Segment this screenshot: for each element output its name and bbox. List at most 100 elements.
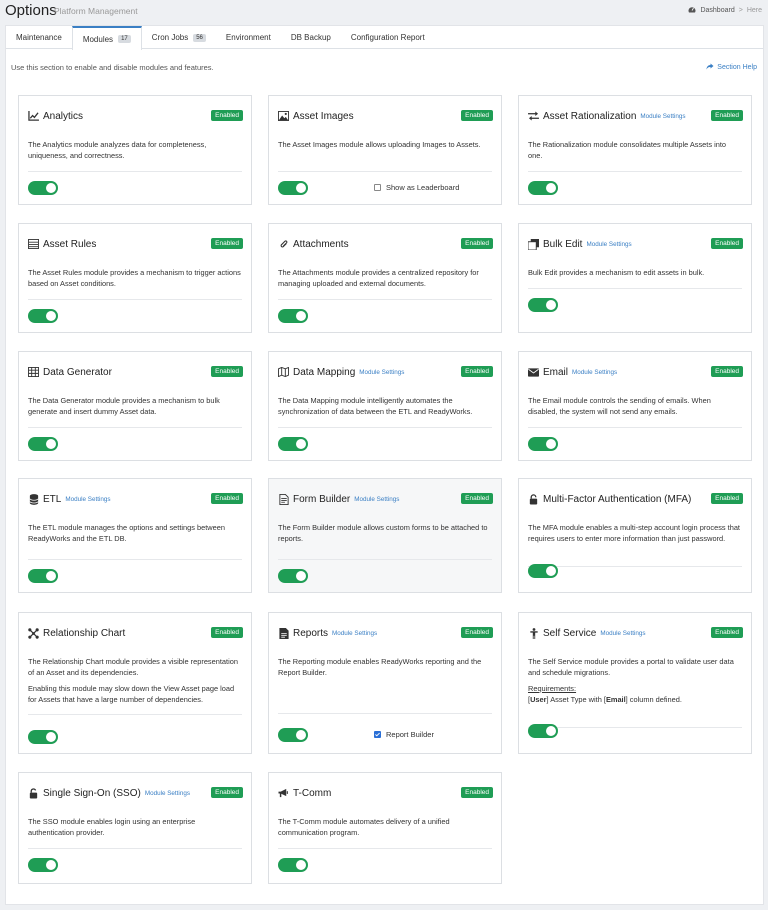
report-builder-checkbox[interactable]: Report Builder: [374, 730, 434, 739]
status-badge: Enabled: [461, 787, 493, 798]
module-name: Analytics: [43, 110, 84, 122]
module-settings-link[interactable]: Module Settings: [600, 630, 645, 637]
divider: [528, 727, 742, 728]
module-description: The Rationalization module consolidates …: [528, 139, 742, 161]
tab-db-backup[interactable]: DB Backup: [281, 26, 341, 49]
module-description: The MFA module enables a multi-step acco…: [528, 522, 742, 544]
status-badge: Enabled: [211, 110, 243, 121]
module-toggle[interactable]: [28, 569, 58, 583]
module-toggle[interactable]: [278, 181, 308, 195]
module-toggle[interactable]: [28, 181, 58, 195]
section-help-link[interactable]: Section Help: [706, 63, 757, 72]
module-toggle[interactable]: [528, 437, 558, 451]
map-icon: [278, 367, 289, 378]
lock-icon: [528, 493, 539, 505]
module-name: Multi-Factor Authentication (MFA): [543, 493, 692, 505]
share-icon: [706, 63, 714, 72]
description-text: The SSO module enables login using an en…: [28, 817, 196, 837]
checkbox-checked: [374, 731, 381, 738]
module-toggle[interactable]: [28, 730, 58, 744]
module-card-attachments: Attachments Enabled The Attachments modu…: [268, 223, 502, 333]
module-toggle[interactable]: [528, 564, 558, 578]
module-toggle[interactable]: [278, 569, 308, 583]
image-icon: [278, 111, 289, 122]
description-text: The Self Service module provides a porta…: [528, 657, 734, 677]
divider: [278, 713, 492, 714]
line-chart-icon: [28, 111, 39, 122]
module-card-analytics: Analytics Enabled The Analytics module a…: [18, 95, 252, 205]
description-text: Bulk Edit provides a mechanism to edit a…: [528, 268, 705, 277]
module-card-self-service: Self Service Module Settings Enabled The …: [518, 612, 752, 754]
module-settings-link[interactable]: Module Settings: [586, 241, 631, 248]
status-badge: Enabled: [211, 366, 243, 377]
module-toggle[interactable]: [28, 437, 58, 451]
description-text: The Email module controls the sending of…: [528, 396, 711, 416]
req-user: User: [530, 695, 547, 704]
count-badge: 56: [193, 33, 206, 42]
module-description: The Reporting module enables ReadyWorks …: [278, 656, 492, 678]
self-service-icon: [528, 627, 539, 639]
description-warning: Enabling this module may slow down the V…: [28, 684, 235, 704]
module-settings-link[interactable]: Module Settings: [65, 496, 110, 503]
tab-environment[interactable]: Environment: [216, 26, 281, 49]
description-text: The Attachments module provides a centra…: [278, 268, 479, 288]
module-name: Attachments: [293, 238, 349, 250]
page-title: Options: [5, 2, 57, 19]
module-name: Asset Rationalization: [543, 110, 637, 122]
divider: [528, 566, 742, 567]
show-as-leaderboard-checkbox[interactable]: Show as Leaderboard: [374, 183, 459, 192]
unlock-icon: [28, 787, 39, 799]
checkbox-unchecked: [374, 184, 381, 191]
module-card-asset-rationalization: Asset Rationalization Module Settings Ena…: [518, 95, 752, 205]
module-card-reports: Reports Module Settings Enabled The Repor…: [268, 612, 502, 754]
module-card-sso: Single Sign-On (SSO) Module Settings Enab…: [18, 772, 252, 884]
module-name: Self Service: [543, 627, 597, 639]
bullhorn-icon: [278, 788, 289, 799]
module-description: The Asset Rules module provides a mechan…: [28, 267, 242, 289]
tab-modules[interactable]: Modules 17: [71, 26, 142, 50]
module-toggle[interactable]: [28, 858, 58, 872]
envelope-icon: [528, 367, 539, 378]
module-settings-link[interactable]: Module Settings: [332, 630, 377, 637]
description-text: The Rationalization module consolidates …: [528, 140, 727, 160]
status-badge: Enabled: [711, 110, 743, 121]
module-settings-link[interactable]: Module Settings: [354, 496, 399, 503]
checkbox-label: Report Builder: [386, 730, 434, 739]
list-icon: [28, 239, 39, 250]
divider: [28, 714, 242, 715]
tab-maintenance[interactable]: Maintenance: [6, 26, 72, 49]
breadcrumb-dashboard[interactable]: Dashboard: [700, 7, 734, 14]
dashboard-icon: [688, 6, 696, 15]
module-settings-link[interactable]: Module Settings: [640, 113, 685, 120]
module-toggle[interactable]: [278, 309, 308, 323]
status-badge: Enabled: [461, 627, 493, 638]
tab-cron-jobs[interactable]: Cron Jobs 56: [142, 26, 216, 49]
page-subtitle: Platform Management: [54, 6, 138, 16]
module-card-data-generator: Data Generator Enabled The Data Generato…: [18, 351, 252, 461]
module-toggle[interactable]: [278, 728, 308, 742]
module-card-mfa: Multi-Factor Authentication (MFA) Enable…: [518, 478, 752, 593]
divider: [278, 299, 492, 300]
module-toggle[interactable]: [528, 181, 558, 195]
divider: [278, 427, 492, 428]
module-toggle[interactable]: [28, 309, 58, 323]
module-toggle[interactable]: [278, 858, 308, 872]
module-toggle[interactable]: [528, 298, 558, 312]
module-name: ETL: [43, 493, 62, 505]
module-settings-link[interactable]: Module Settings: [359, 369, 404, 376]
module-toggle[interactable]: [278, 437, 308, 451]
module-name: Data Mapping: [293, 366, 356, 378]
module-description: The Self Service module provides a porta…: [528, 656, 742, 705]
tab-configuration-report[interactable]: Configuration Report: [341, 26, 435, 49]
page-header: Options Platform Management Dashboard > …: [0, 0, 768, 24]
module-toggle[interactable]: [528, 724, 558, 738]
module-description: The Data Generator module provides a mec…: [28, 395, 242, 417]
description-text: The Analytics module analyzes data for c…: [28, 140, 207, 160]
divider: [28, 427, 242, 428]
module-settings-link[interactable]: Module Settings: [572, 369, 617, 376]
module-settings-link[interactable]: Module Settings: [145, 790, 190, 797]
module-name: Email: [543, 366, 569, 378]
description-text: The MFA module enables a multi-step acco…: [528, 523, 740, 543]
status-badge: Enabled: [461, 110, 493, 121]
module-card-email: Email Module Settings Enabled The Email m…: [518, 351, 752, 461]
